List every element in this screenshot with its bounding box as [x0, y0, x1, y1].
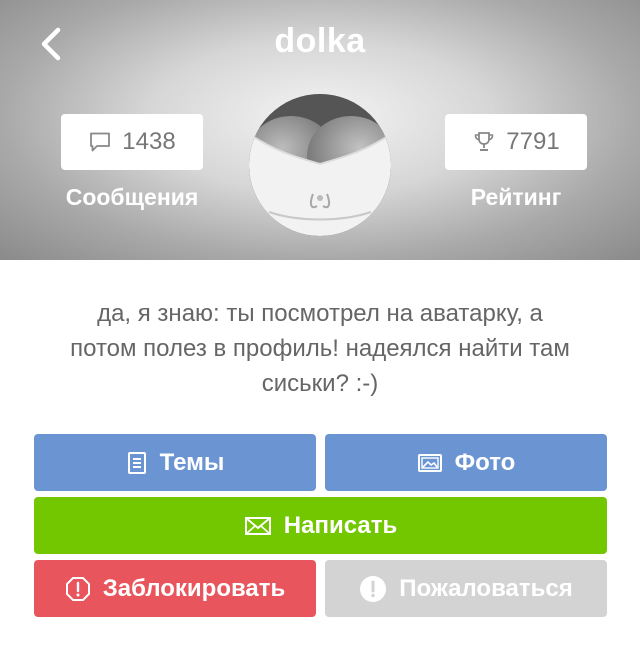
avatar[interactable] — [249, 94, 391, 236]
bio-line: сиськи? :-) — [261, 370, 379, 397]
topics-button[interactable]: Темы — [34, 434, 316, 491]
block-user-button[interactable]: Заблокировать — [34, 560, 316, 617]
exclamation-icon — [359, 575, 387, 603]
envelope-icon — [244, 515, 272, 537]
rating-count-button[interactable]: 7791 — [445, 114, 587, 170]
messages-label: Сообщения — [65, 184, 199, 210]
document-icon — [126, 451, 148, 475]
photo-button[interactable]: Фото — [325, 434, 607, 491]
block-icon — [65, 576, 91, 602]
messages-count: 1438 — [122, 128, 176, 155]
page-title: dolka — [274, 22, 366, 60]
messages-count-button[interactable]: 1438 — [61, 114, 203, 170]
rating-count: 7791 — [506, 128, 560, 155]
write-message-button[interactable]: Написать — [34, 497, 607, 554]
photo-button-label: Фото — [454, 448, 516, 476]
trophy-icon — [472, 130, 496, 154]
speech-bubble-icon — [88, 130, 112, 154]
block-user-button-label: Заблокировать — [102, 574, 286, 602]
image-icon — [417, 452, 443, 474]
profile-bio: да, я знаю: ты посмотрел на аватарку, а … — [30, 296, 610, 401]
report-user-button[interactable]: Пожаловаться — [325, 560, 607, 617]
topics-button-label: Темы — [159, 448, 225, 476]
report-user-button-label: Пожаловаться — [399, 574, 573, 602]
profile-header: dolka 1438 7791 Сообщения Рейтинг — [0, 0, 640, 260]
rating-label: Рейтинг — [470, 184, 562, 210]
write-message-button-label: Написать — [283, 511, 398, 539]
bio-line: да, я знаю: ты посмотрел на аватарку, а — [97, 300, 543, 327]
bio-line: потом полез в профиль! надеялся найти та… — [70, 335, 570, 362]
